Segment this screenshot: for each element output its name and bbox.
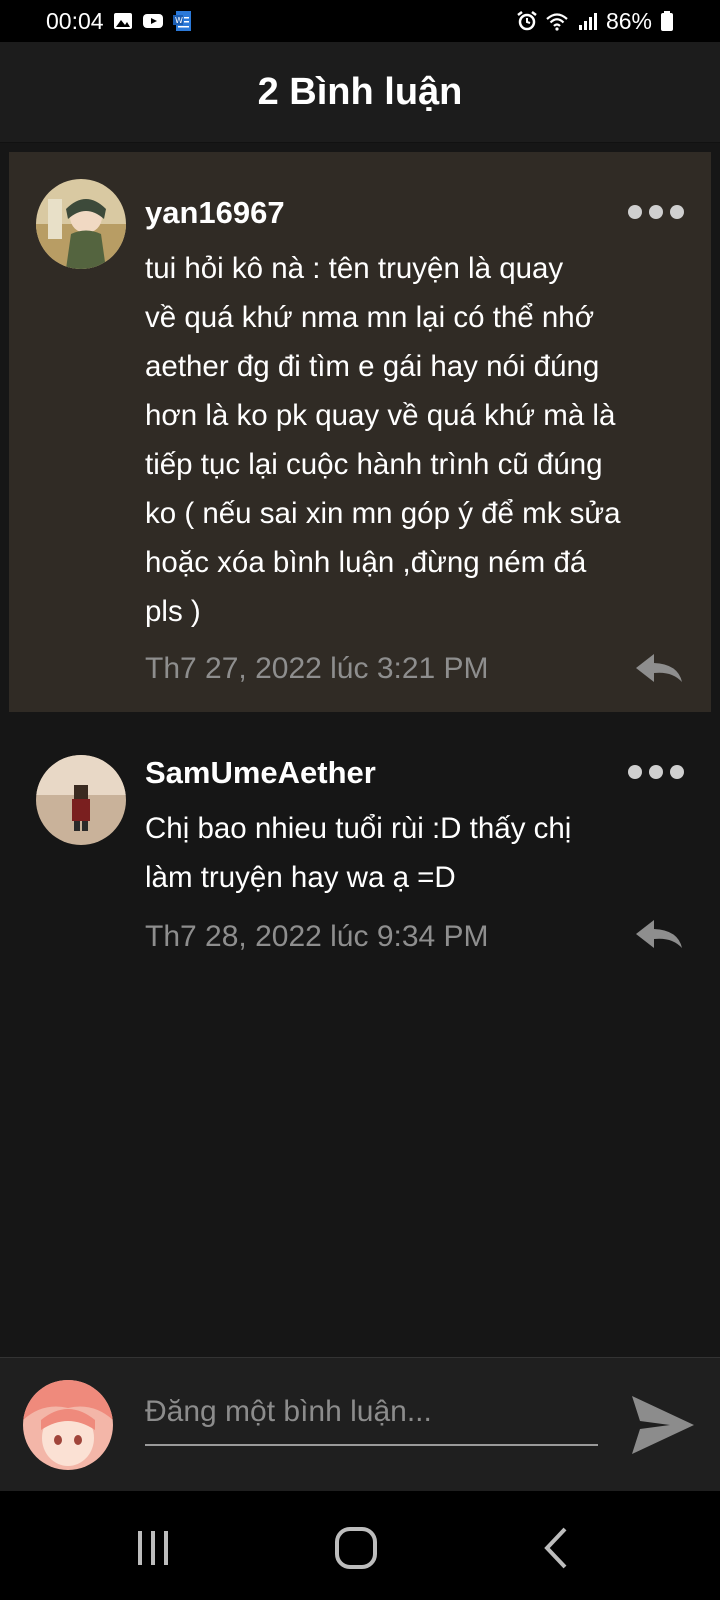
signal-icon bbox=[578, 13, 597, 30]
youtube-icon bbox=[142, 14, 163, 28]
avatar[interactable] bbox=[36, 179, 126, 269]
gallery-icon bbox=[113, 13, 132, 29]
reply-icon[interactable] bbox=[634, 918, 684, 952]
my-avatar bbox=[23, 1380, 113, 1470]
comment-username[interactable]: SamUmeAether bbox=[145, 755, 376, 791]
comment-item: SamUmeAether Chị bao nhieu tuổi rùi :D t… bbox=[9, 712, 711, 982]
system-nav-bar bbox=[0, 1491, 720, 1600]
comment-composer bbox=[0, 1357, 720, 1491]
recent-apps-icon[interactable] bbox=[130, 1525, 176, 1571]
avatar[interactable] bbox=[36, 755, 126, 845]
battery-percent: 86% bbox=[605, 7, 652, 34]
comment-timestamp: Th7 27, 2022 lúc 3:21 PM bbox=[145, 652, 489, 685]
comment-timestamp: Th7 28, 2022 lúc 9:34 PM bbox=[145, 920, 489, 953]
battery-icon bbox=[661, 11, 673, 31]
back-icon[interactable] bbox=[535, 1525, 581, 1571]
alarm-icon bbox=[517, 11, 537, 31]
wifi-icon bbox=[546, 13, 568, 31]
svg-text:W: W bbox=[175, 16, 183, 25]
home-icon[interactable] bbox=[333, 1525, 379, 1571]
status-bar: 00:04 W 86% bbox=[0, 0, 720, 42]
comment-input[interactable] bbox=[145, 1380, 598, 1446]
more-options-icon[interactable] bbox=[628, 762, 684, 782]
header: 2 Bình luận bbox=[0, 42, 720, 143]
more-options-icon[interactable] bbox=[628, 202, 684, 222]
comment-username[interactable]: yan16967 bbox=[145, 195, 285, 231]
word-doc-icon: W bbox=[172, 11, 191, 31]
comment-text: tui hỏi kô nà : tên truyện là quay về qu… bbox=[145, 252, 621, 628]
status-time: 00:04 bbox=[46, 7, 104, 34]
comment-text: Chị bao nhieu tuổi rùi :D thấy chị làm t… bbox=[145, 812, 572, 894]
send-icon[interactable] bbox=[630, 1394, 696, 1456]
page-title: 2 Bình luận bbox=[257, 70, 463, 113]
comment-item: yan16967 tui hỏi kô nà : tên truyện là q… bbox=[9, 152, 711, 712]
reply-icon[interactable] bbox=[634, 652, 684, 686]
